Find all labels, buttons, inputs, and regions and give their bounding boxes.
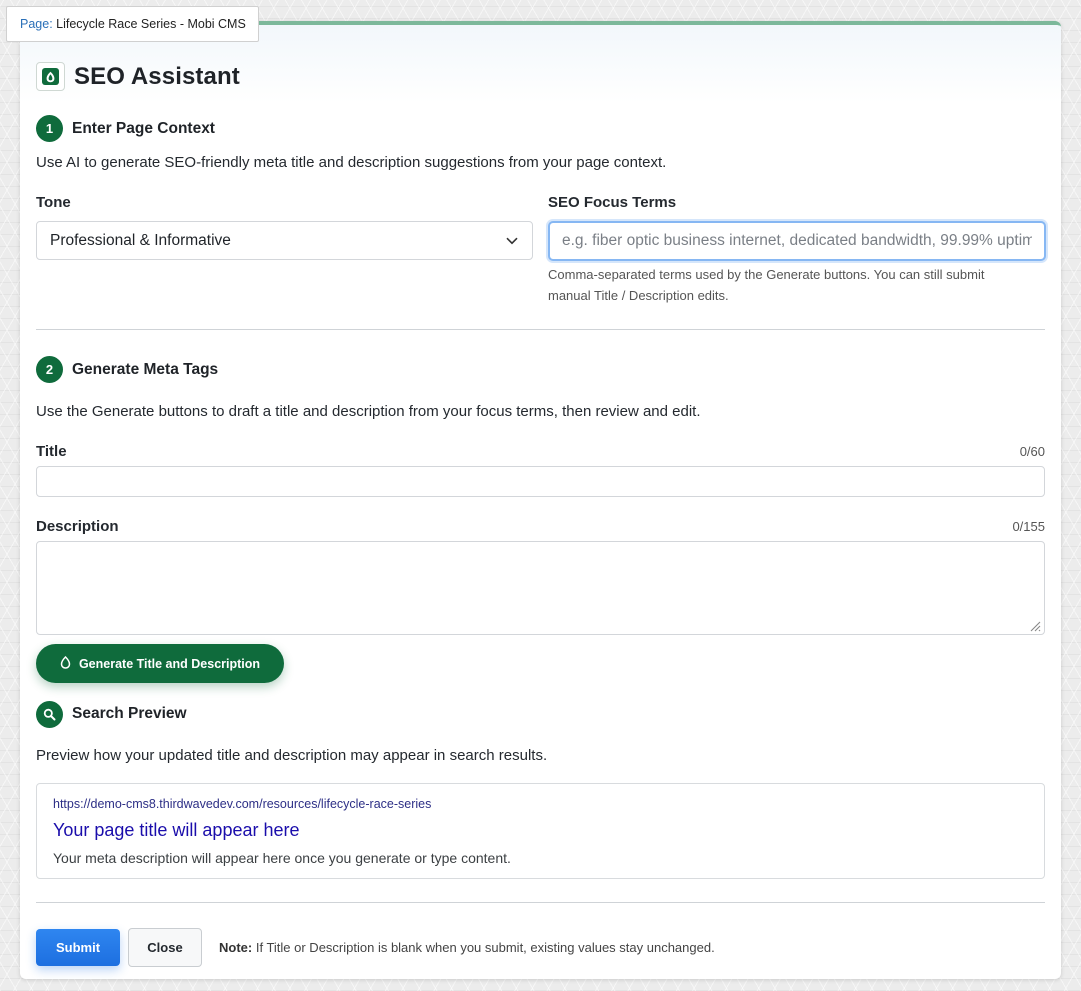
step-2-badge: 2 bbox=[36, 356, 63, 383]
focus-terms-label: SEO Focus Terms bbox=[548, 194, 677, 211]
page-tab[interactable]: Page: Lifecycle Race Series - Mobi CMS bbox=[6, 6, 259, 42]
note-label: Note: bbox=[219, 940, 253, 955]
generate-title-description-button[interactable]: Generate Title and Description bbox=[36, 644, 284, 683]
page-tab-label: Page: bbox=[20, 17, 53, 31]
seo-assistant-dialog: SEO Assistant 1 Enter Page Context Use A… bbox=[20, 21, 1061, 979]
step-2-description: Use the Generate buttons to draft a titl… bbox=[36, 403, 701, 420]
step-2-title: Generate Meta Tags bbox=[72, 361, 219, 378]
search-icon bbox=[36, 701, 63, 728]
note-text: If Title or Description is blank when yo… bbox=[255, 940, 715, 955]
title-label: Title bbox=[36, 443, 67, 460]
divider bbox=[36, 329, 1045, 330]
submit-button[interactable]: Submit bbox=[36, 929, 120, 966]
step-1-description: Use AI to generate SEO-friendly meta tit… bbox=[36, 154, 667, 171]
description-textarea[interactable] bbox=[36, 541, 1045, 635]
divider bbox=[36, 902, 1045, 903]
focus-terms-input[interactable] bbox=[548, 221, 1046, 261]
preview-page-title: Your page title will appear here bbox=[53, 820, 300, 840]
step-1-badge: 1 bbox=[36, 115, 63, 142]
step-1-title: Enter Page Context bbox=[72, 120, 215, 137]
chevron-down-icon bbox=[506, 222, 518, 259]
dialog-title: SEO Assistant bbox=[74, 63, 240, 90]
preview-meta-description: Your meta description will appear here o… bbox=[53, 850, 511, 866]
preview-url: https://demo-cms8.thirdwavedev.com/resou… bbox=[53, 797, 432, 811]
leaf-icon bbox=[42, 68, 59, 85]
close-button[interactable]: Close bbox=[128, 928, 202, 967]
generate-button-label: Generate Title and Description bbox=[78, 656, 261, 671]
page-tab-value: Lifecycle Race Series - Mobi CMS bbox=[56, 17, 246, 31]
resize-grip-icon[interactable] bbox=[1028, 619, 1041, 632]
search-result-preview: https://demo-cms8.thirdwavedev.com/resou… bbox=[36, 783, 1045, 879]
tone-select[interactable]: Professional & Informative bbox=[36, 221, 533, 260]
description-label: Description bbox=[36, 518, 119, 535]
title-char-counter: 0/60 bbox=[1019, 444, 1045, 459]
tone-select-value: Professional & Informative bbox=[50, 232, 231, 249]
search-preview-title: Search Preview bbox=[72, 705, 187, 722]
brand-logo bbox=[36, 62, 65, 91]
leaf-icon bbox=[60, 655, 71, 672]
tone-label: Tone bbox=[36, 194, 71, 211]
description-char-counter: 0/155 bbox=[1012, 519, 1045, 534]
focus-terms-help: Comma-separated terms used by the Genera… bbox=[548, 267, 985, 303]
title-input[interactable] bbox=[36, 466, 1045, 497]
footer-note: Note: If Title or Description is blank w… bbox=[219, 940, 715, 955]
search-preview-description: Preview how your updated title and descr… bbox=[36, 747, 548, 764]
